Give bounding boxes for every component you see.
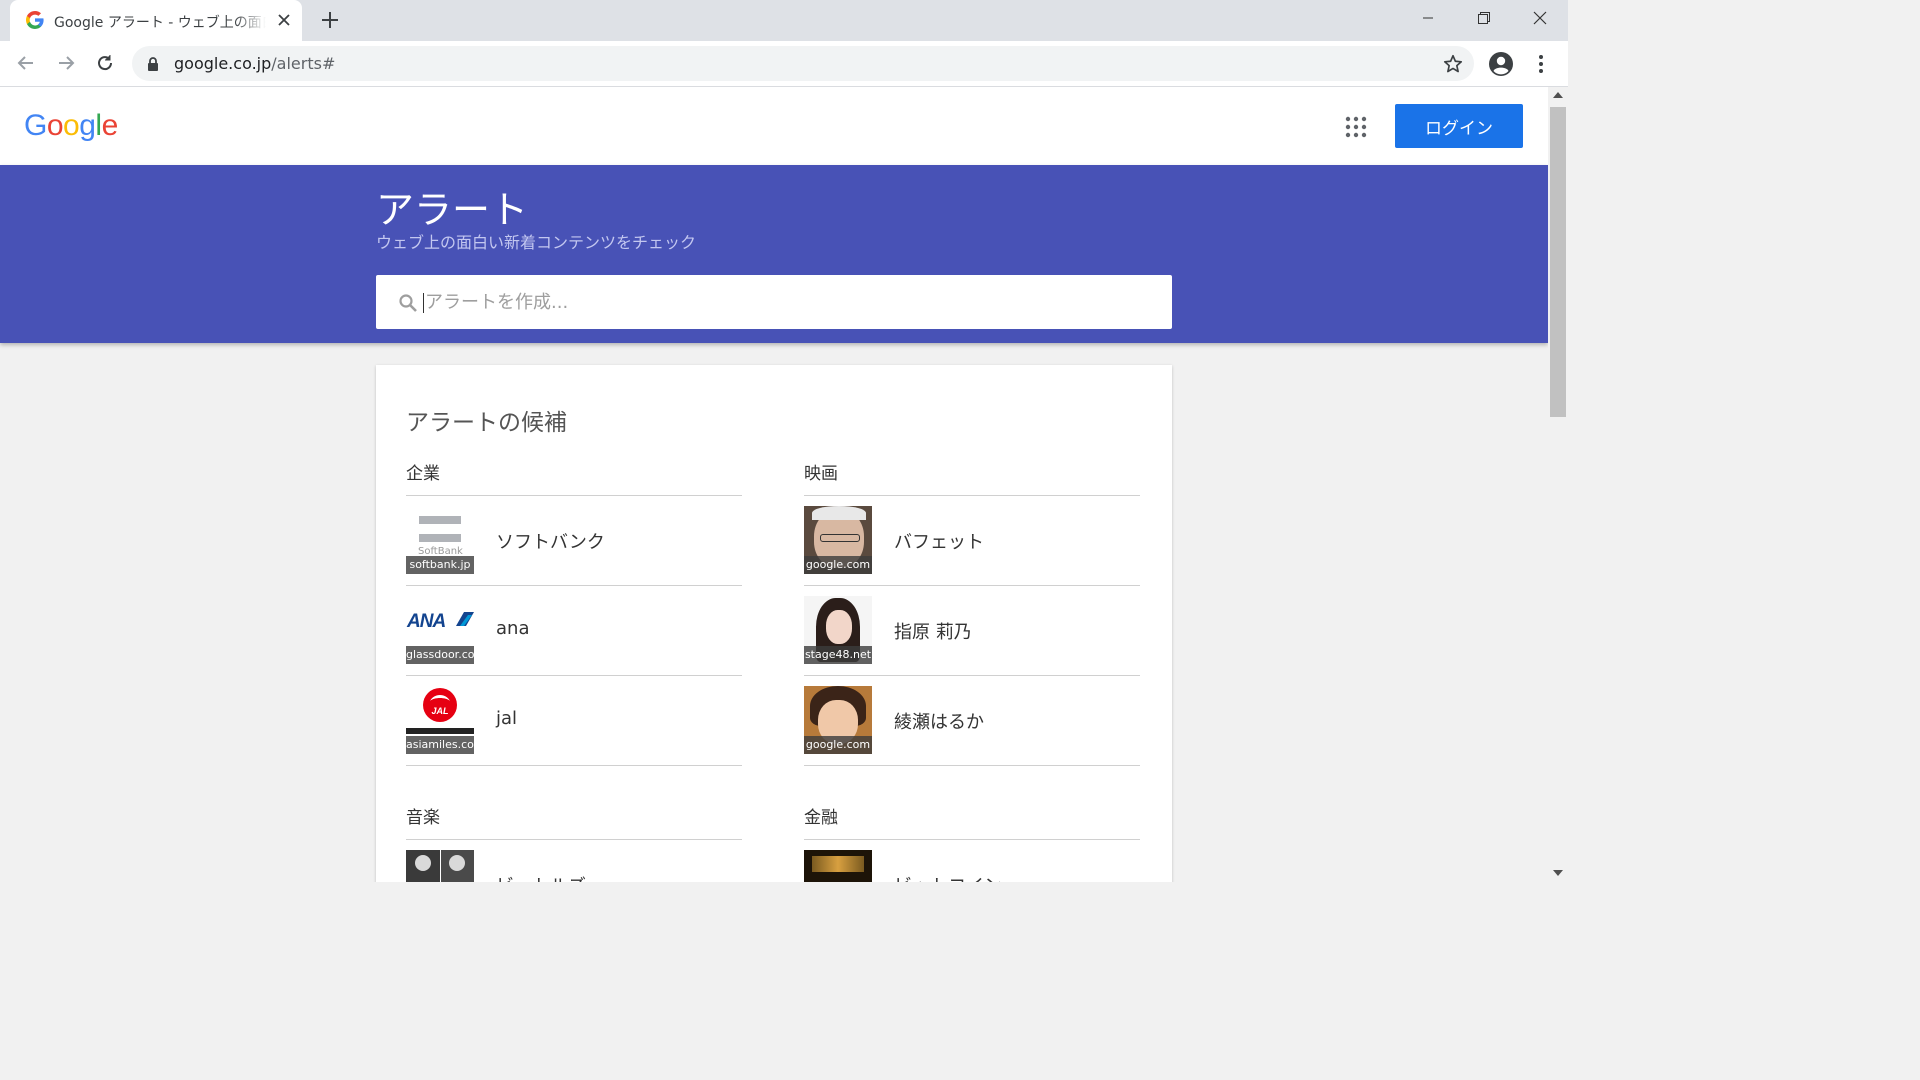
beatles-thumbnail <box>406 850 474 882</box>
category-label: 映画 <box>804 464 838 484</box>
forward-button[interactable] <box>52 49 80 77</box>
suggestion-item-ana[interactable]: ANA glassdoor.com ana <box>406 586 742 676</box>
category-label: 金融 <box>804 808 838 828</box>
restore-icon <box>1478 12 1490 24</box>
suggestion-name: 綾瀬はるか <box>894 712 984 733</box>
suggestion-item-bitcoin[interactable]: ビットコイン <box>804 840 1140 882</box>
create-alert-box <box>376 275 1172 329</box>
url-domain: google.co.jp <box>174 54 272 73</box>
url-path: /alerts# <box>271 54 336 73</box>
thumbnail-source: glassdoor.com <box>406 646 474 664</box>
alerts-hero-banner: アラート ウェブ上の面白い新着コンテンツをチェック <box>0 165 1548 343</box>
new-tab-icon[interactable] <box>318 8 342 32</box>
softbank-thumbnail: SoftBank softbank.jp <box>406 506 474 574</box>
close-window-button[interactable] <box>1512 0 1568 36</box>
reload-icon <box>98 55 113 71</box>
ayase-thumbnail: google.com <box>804 686 872 754</box>
reload-button[interactable] <box>91 49 119 77</box>
page-subtitle: ウェブ上の面白い新着コンテンツをチェック <box>376 233 697 252</box>
browser-toolbar: google.co.jp/alerts# <box>0 41 1568 87</box>
create-alert-input[interactable] <box>422 275 1147 329</box>
url-text: google.co.jp/alerts# <box>174 54 335 73</box>
apps-grid-icon[interactable] <box>1344 115 1368 139</box>
page-title: アラート <box>376 188 529 232</box>
scroll-down-arrow-icon[interactable] <box>1553 870 1563 876</box>
jal-thumbnail: JAL asiamiles.com <box>406 686 474 754</box>
suggestion-item-beatles[interactable]: ビートルズ <box>406 840 742 882</box>
suggestion-name: ビットコイン <box>894 872 1002 882</box>
back-button[interactable] <box>12 49 40 77</box>
scroll-up-arrow-icon[interactable] <box>1553 92 1563 98</box>
suggestion-name: ana <box>496 618 530 639</box>
minimize-button[interactable] <box>1400 0 1456 36</box>
page-viewport: Google ログイン アラート ウェブ上の面白い新着コンテンツをチェック アラ… <box>0 87 1548 882</box>
suggestions-title: アラートの候補 <box>406 410 567 436</box>
bookmark-star-icon[interactable] <box>1442 53 1464 75</box>
suggestion-name: バフェット <box>894 532 984 553</box>
category-label: 音楽 <box>406 808 440 828</box>
back-arrow-icon <box>17 56 33 70</box>
ana-thumbnail: ANA glassdoor.com <box>406 596 474 664</box>
suggestion-name: ソフトバンク <box>496 532 605 553</box>
browser-tab-strip: Google アラート - ウェブ上の面白い新着コンテンツをチェック <box>0 0 1568 41</box>
thumbnail-source: asiamiles.com <box>406 736 474 754</box>
lock-icon <box>148 57 158 71</box>
suggestion-item-softbank[interactable]: SoftBank softbank.jp ソフトバンク <box>406 496 742 586</box>
suggestion-name: 指原 莉乃 <box>894 622 972 643</box>
ana-wing-icon <box>456 612 474 626</box>
jal-crane-logo-icon: JAL <box>423 688 457 722</box>
minimize-icon <box>1423 17 1433 19</box>
buffett-thumbnail: google.com <box>804 506 872 574</box>
text-caret <box>423 293 424 313</box>
forward-arrow-icon <box>59 56 75 70</box>
google-logo[interactable]: Google <box>24 109 118 143</box>
profile-avatar-icon[interactable] <box>1488 51 1514 77</box>
tab-title: Google アラート - ウェブ上の面白い新着コンテンツをチェック <box>54 15 266 31</box>
sashihara-thumbnail: stage48.net <box>804 596 872 664</box>
suggestion-item-jal[interactable]: JAL asiamiles.com jal <box>406 676 742 766</box>
login-button[interactable]: ログイン <box>1395 104 1523 148</box>
google-header: Google ログイン <box>0 87 1548 165</box>
suggestion-name: jal <box>496 708 518 729</box>
bitcoin-thumbnail <box>804 850 872 882</box>
close-window-icon <box>1533 11 1547 25</box>
address-bar[interactable]: google.co.jp/alerts# <box>132 46 1474 81</box>
suggestion-item-sashihara[interactable]: stage48.net 指原 莉乃 <box>804 586 1140 676</box>
thumbnail-source: softbank.jp <box>406 556 474 574</box>
thumbnail-source: stage48.net <box>804 646 872 664</box>
browser-tab-active[interactable]: Google アラート - ウェブ上の面白い新着コンテンツをチェック <box>10 0 302 41</box>
close-tab-icon[interactable] <box>274 10 294 30</box>
google-favicon-icon <box>26 11 44 29</box>
suggestion-name: ビートルズ <box>496 872 586 882</box>
page-scrollbar[interactable] <box>1548 87 1568 882</box>
browser-menu-icon[interactable] <box>1532 53 1550 75</box>
restore-button[interactable] <box>1456 0 1512 36</box>
ana-logo-text: ANA <box>407 611 446 632</box>
thumbnail-source: google.com <box>804 736 872 754</box>
search-icon <box>399 294 417 312</box>
scrollbar-thumb[interactable] <box>1550 107 1566 417</box>
suggestion-item-ayase[interactable]: google.com 綾瀬はるか <box>804 676 1140 766</box>
thumbnail-source: google.com <box>804 556 872 574</box>
jal-logo-text: JAL <box>431 706 448 716</box>
suggestion-item-buffett[interactable]: google.com バフェット <box>804 496 1140 586</box>
alert-suggestions-card: アラートの候補 企業 SoftBank softbank.jp ソフトバンク A… <box>376 365 1172 882</box>
category-label: 企業 <box>406 464 440 484</box>
